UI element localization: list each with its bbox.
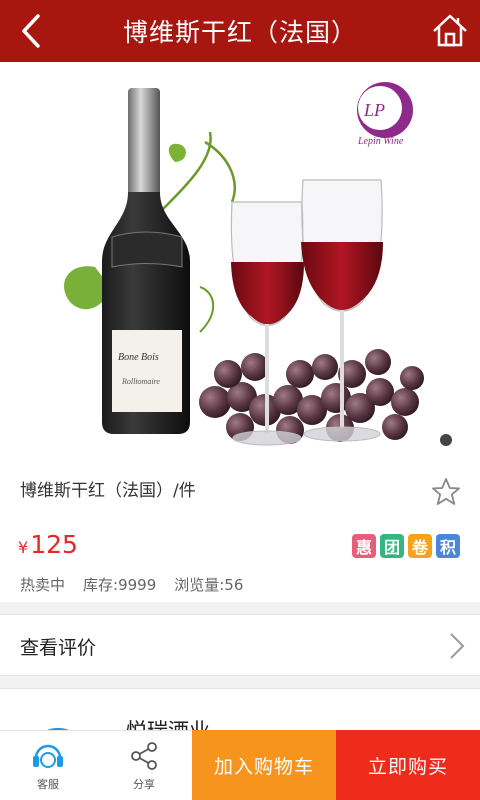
product-image-carousel[interactable]: Bone Bois Rolltomaire LP Lepin Wine <box>0 62 480 462</box>
customer-service-button[interactable]: 客服 <box>0 730 96 800</box>
wine-product-image: Bone Bois Rolltomaire LP Lepin Wine <box>64 82 452 446</box>
product-price: ¥125 <box>18 530 78 559</box>
stock-count: 库存:9999 <box>83 576 157 594</box>
lepin-wine-logo: LP Lepin Wine <box>357 82 413 147</box>
view-count: 浏览量:56 <box>174 576 244 594</box>
product-info-panel: 博维斯干红（法国）/件 ¥125 惠 团 卷 积 热卖中 库存:9999 浏览量… <box>0 462 480 602</box>
share-label: 分享 <box>133 778 155 791</box>
back-arrow-icon[interactable] <box>14 11 50 51</box>
share-button[interactable]: 分享 <box>96 730 192 800</box>
page-title: 博维斯干红（法国） <box>122 18 357 47</box>
view-reviews-row[interactable]: 查看评价 <box>0 614 480 676</box>
carousel-dot <box>440 434 452 446</box>
sale-status: 热卖中 <box>20 576 66 594</box>
chevron-right-icon <box>450 633 465 659</box>
customer-service-label: 客服 <box>37 778 59 791</box>
price-value: 125 <box>30 530 78 559</box>
group-buy-tag: 团 <box>380 534 404 558</box>
bottle-neck <box>128 88 160 198</box>
top-bar: 博维斯干红（法国） <box>0 0 480 62</box>
add-to-cart-button[interactable]: 加入购物车 <box>192 730 336 800</box>
bottom-action-bar: 客服 分享 加入购物车 立即购买 <box>0 730 480 800</box>
promo-tags: 惠 团 卷 积 <box>352 534 460 558</box>
currency-symbol: ¥ <box>18 538 29 557</box>
coupon-tag: 卷 <box>408 534 432 558</box>
favorite-star-icon[interactable] <box>430 476 462 508</box>
view-reviews-label: 查看评价 <box>20 637 97 659</box>
svg-text:LP: LP <box>363 100 385 120</box>
discount-tag: 惠 <box>352 534 376 558</box>
product-stats: 热卖中 库存:9999 浏览量:56 <box>20 574 243 595</box>
svg-text:Lepin Wine: Lepin Wine <box>357 136 404 147</box>
svg-text:Rolltomaire: Rolltomaire <box>121 377 160 386</box>
svg-text:Bone Bois: Bone Bois <box>118 352 159 363</box>
home-icon[interactable] <box>430 11 470 51</box>
product-name: 博维斯干红（法国）/件 <box>20 481 196 501</box>
buy-now-button[interactable]: 立即购买 <box>336 730 480 800</box>
headset-icon <box>33 744 63 768</box>
share-icon <box>131 742 157 770</box>
points-tag: 积 <box>436 534 460 558</box>
